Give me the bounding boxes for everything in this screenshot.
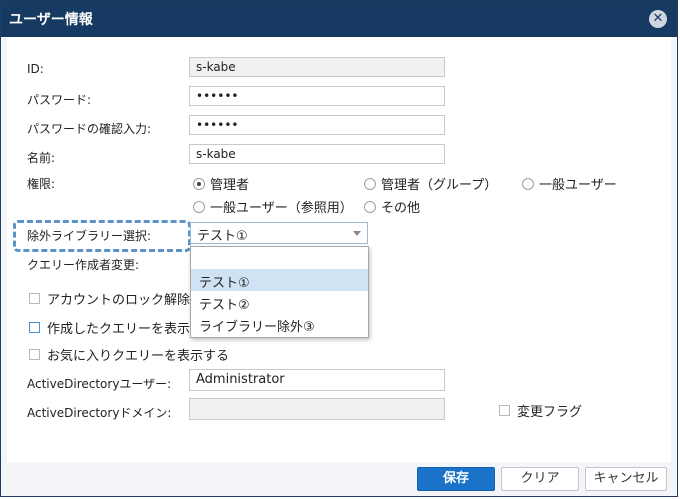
radio-general-user[interactable]: 一般ユーザー: [522, 174, 617, 193]
dropdown-option-empty[interactable]: [191, 247, 368, 269]
password-field[interactable]: ••••••: [189, 86, 445, 106]
name-field[interactable]: s-kabe: [189, 144, 445, 164]
show-favorite-queries-label: お気に入りクエリーを表示する: [47, 349, 230, 364]
account-lock-checkbox-box[interactable]: [29, 293, 40, 304]
show-created-queries-checkbox[interactable]: 作成したクエリーを表示: [29, 318, 190, 337]
radio-other-label: その他: [381, 201, 421, 216]
exclude-library-label: 除外ライブラリー選択:: [27, 229, 152, 243]
show-created-queries-label: 作成したクエリーを表示: [47, 322, 191, 337]
chevron-down-icon[interactable]: [353, 231, 361, 236]
id-field[interactable]: s-kabe: [189, 57, 445, 77]
account-lock-checkbox[interactable]: アカウントのロック解除: [29, 289, 190, 308]
save-button[interactable]: 保存: [417, 467, 495, 491]
query-author-change-label: クエリー作成者変更:: [27, 258, 140, 272]
change-flag-checkbox-box[interactable]: [499, 405, 510, 416]
change-flag-checkbox[interactable]: 変更フラグ: [499, 401, 582, 420]
radio-general-user-readonly-circle[interactable]: [193, 200, 205, 213]
password-confirm-label: パスワードの確認入力:: [27, 122, 152, 136]
radio-admin-circle[interactable]: [193, 177, 205, 190]
exclude-library-select[interactable]: テスト①: [190, 222, 368, 244]
radio-general-user-circle[interactable]: [522, 177, 534, 190]
radio-general-user-readonly-label: 一般ユーザー（参照用）: [210, 201, 353, 216]
ad-user-label: ActiveDirectoryユーザー:: [27, 377, 172, 391]
ad-domain-field[interactable]: [189, 398, 445, 420]
clear-button[interactable]: クリア: [501, 467, 579, 491]
radio-general-user-readonly[interactable]: 一般ユーザー（参照用）: [193, 197, 353, 216]
exclude-library-dropdown: テスト① テスト② ライブラリー除外③: [190, 246, 369, 338]
account-lock-label: アカウントのロック解除: [47, 293, 191, 308]
dialog-titlebar: ユーザー情報 ✕: [1, 1, 677, 37]
cancel-button[interactable]: キャンセル: [585, 467, 667, 491]
user-info-dialog: ユーザー情報 ✕ ID: s-kabe パスワード: •••••• パスワードの…: [0, 0, 678, 497]
change-flag-label: 変更フラグ: [517, 405, 583, 420]
dropdown-option-test1[interactable]: テスト①: [191, 269, 368, 291]
radio-admin-group-circle[interactable]: [364, 177, 376, 190]
radio-other-circle[interactable]: [364, 200, 376, 213]
radio-admin[interactable]: 管理者: [193, 174, 249, 193]
ad-user-field[interactable]: Administrator: [189, 369, 445, 391]
dialog-title: ユーザー情報: [9, 12, 93, 28]
dropdown-option-test2[interactable]: テスト②: [191, 291, 368, 313]
authority-label: 権限:: [27, 177, 56, 191]
id-label: ID:: [27, 62, 44, 76]
show-created-queries-checkbox-box[interactable]: [29, 322, 40, 333]
radio-general-user-label: 一般ユーザー: [539, 178, 617, 193]
dropdown-option-library-exclude3[interactable]: ライブラリー除外③: [191, 313, 368, 335]
radio-admin-label: 管理者: [210, 178, 250, 193]
password-confirm-field[interactable]: ••••••: [189, 115, 445, 135]
show-favorite-queries-checkbox[interactable]: お気に入りクエリーを表示する: [29, 345, 229, 364]
password-label: パスワード:: [27, 93, 92, 107]
name-label: 名前:: [27, 151, 56, 165]
radio-admin-group-label: 管理者（グループ）: [381, 178, 498, 193]
show-favorite-queries-checkbox-box[interactable]: [29, 349, 40, 360]
close-icon[interactable]: ✕: [649, 10, 667, 28]
radio-admin-group[interactable]: 管理者（グループ）: [364, 174, 497, 193]
radio-other[interactable]: その他: [364, 197, 420, 216]
ad-domain-label: ActiveDirectoryドメイン:: [27, 406, 172, 420]
exclude-library-select-value: テスト①: [197, 229, 248, 244]
